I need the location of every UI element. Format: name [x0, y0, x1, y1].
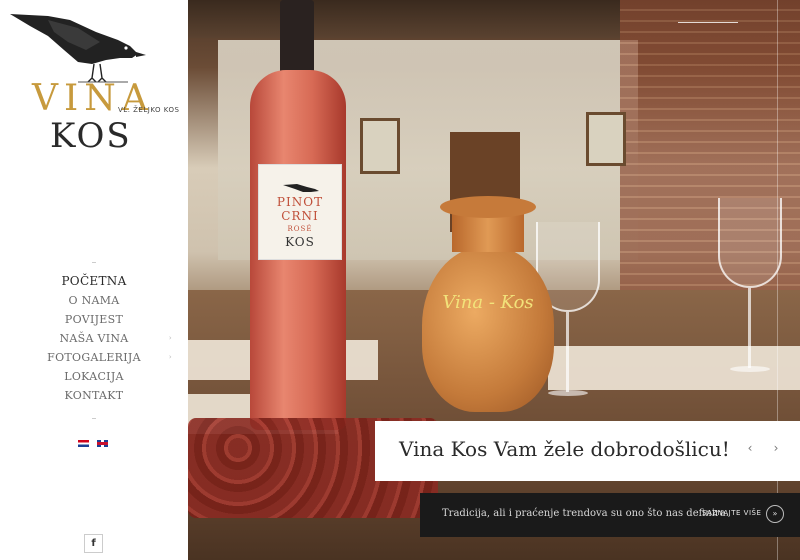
- jug-inscription: Vina - Kos: [442, 292, 534, 313]
- slide-tagline-text: Tradicija, ali i praćenje trendova su on…: [442, 508, 729, 519]
- facebook-icon[interactable]: f: [84, 534, 103, 553]
- slider-next-icon[interactable]: ›: [769, 441, 783, 455]
- bottle-label-line: CRNI: [281, 209, 319, 223]
- nav-divider-top: [92, 262, 96, 263]
- nav-item-label: O NAMA: [68, 294, 120, 307]
- nav-item-kontakt[interactable]: KONTAKT: [0, 386, 188, 405]
- logo-word-kos: KOS: [50, 116, 132, 156]
- site-logo[interactable]: VINA VL. ŽELJKO KOS KOS: [8, 6, 183, 156]
- main-nav: POČETNA O NAMA POVIJEST NAŠA VINA › FOTOG…: [0, 272, 188, 405]
- language-switcher: [78, 440, 108, 447]
- wall-picture: [586, 112, 626, 166]
- nav-item-label: LOKACIJA: [64, 370, 124, 383]
- nav-item-label: POČETNA: [61, 274, 127, 288]
- nav-item-o-nama[interactable]: O NAMA: [0, 291, 188, 310]
- bottle-label-line: PINOT: [276, 195, 324, 209]
- wall-picture: [360, 118, 400, 174]
- bottle-label: PINOT CRNI ROSÉ KOS: [258, 164, 342, 260]
- submenu-arrow-icon: ›: [168, 353, 172, 361]
- nav-divider-bottom: [92, 418, 96, 419]
- nav-item-label: KONTAKT: [64, 389, 124, 402]
- nav-item-lokacija[interactable]: LOKACIJA: [0, 367, 188, 386]
- croatia-flag-icon[interactable]: [78, 440, 89, 447]
- slide-caption-panel: Vina Kos Vam žele dobrodošlicu! ‹ ›: [375, 421, 800, 481]
- slide-tagline-bar: Tradicija, ali i praćenje trendova su on…: [420, 493, 800, 537]
- nav-item-pocetna[interactable]: POČETNA: [0, 272, 188, 291]
- sidebar: VINA VL. ŽELJKO KOS KOS POČETNA O NAMA P…: [0, 0, 188, 560]
- learn-more-arrow-icon[interactable]: »: [766, 505, 784, 523]
- nav-item-nasa-vina[interactable]: NAŠA VINA ›: [0, 329, 188, 348]
- blackbird-label-icon: [283, 184, 319, 192]
- slider-prev-icon[interactable]: ‹: [743, 441, 757, 455]
- submenu-arrow-icon: ›: [168, 334, 172, 342]
- ceramic-jug: Vina - Kos: [422, 196, 554, 412]
- slide-caption-title: Vina Kos Vam žele dobrodošlicu!: [399, 437, 730, 461]
- nav-item-povijest[interactable]: POVIJEST: [0, 310, 188, 329]
- nav-item-label: FOTOGALERIJA: [47, 351, 141, 364]
- wine-glass: [718, 198, 782, 378]
- logo-subtitle: VL. ŽELJKO KOS: [118, 106, 180, 114]
- wine-bottle: PINOT CRNI ROSÉ KOS: [248, 0, 348, 430]
- nav-item-label: POVIJEST: [64, 313, 124, 326]
- decorative-line: [678, 22, 738, 23]
- learn-more-link[interactable]: SAZNAJTE VIŠE: [702, 509, 761, 517]
- bottle-label-line: KOS: [285, 235, 315, 249]
- nav-item-label: NAŠA VINA: [59, 332, 129, 345]
- bottle-label-line: ROSÉ: [287, 225, 313, 233]
- uk-flag-icon[interactable]: [97, 440, 108, 447]
- nav-item-fotogalerija[interactable]: FOTOGALERIJA ›: [0, 348, 188, 367]
